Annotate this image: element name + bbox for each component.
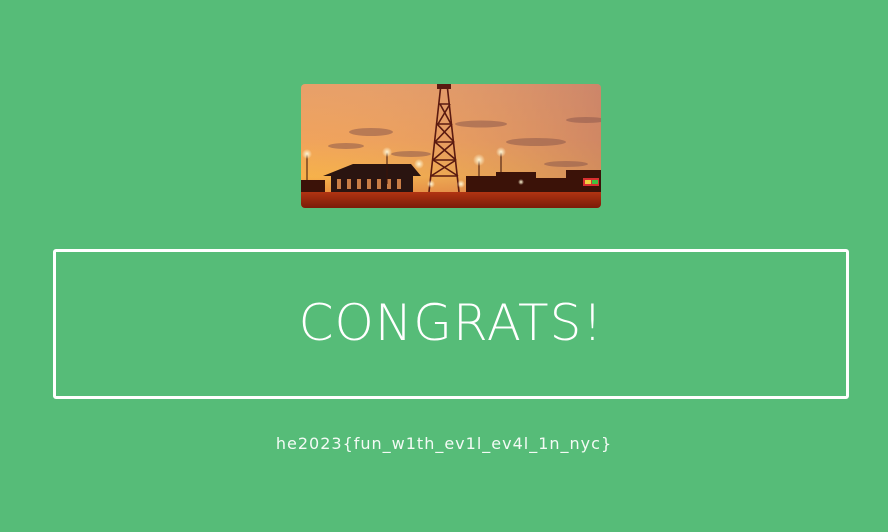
congrats-box: CONGRATS! — [53, 249, 849, 399]
flag-text: he2023{fun_w1th_ev1l_ev4l_1n_nyc} — [275, 434, 613, 453]
banner-image — [301, 84, 601, 208]
congrats-title: CONGRATS! — [298, 294, 604, 352]
